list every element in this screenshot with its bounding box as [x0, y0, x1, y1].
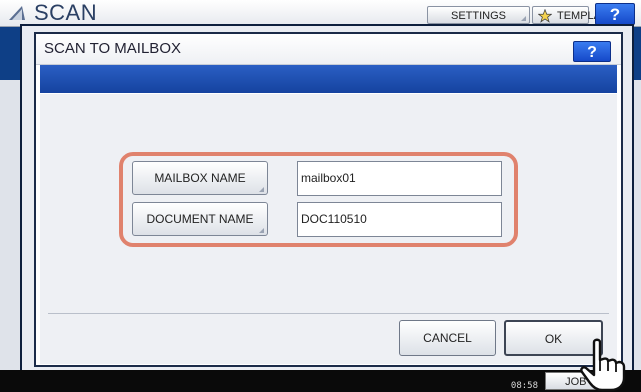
star-icon — [538, 9, 552, 23]
app-title: SCAN — [34, 0, 98, 25]
help-button[interactable]: ? — [595, 3, 635, 25]
corner-arrow-icon — [259, 228, 264, 233]
mailbox-name-field[interactable]: mailbox01 — [297, 161, 502, 196]
corner-arrow-icon — [259, 187, 264, 192]
pointer-hand-icon — [580, 338, 626, 392]
app-header: SCAN SETTINGS TEMPLATE ? — [0, 0, 641, 27]
template-button[interactable]: TEMPLATE — [532, 6, 614, 24]
corner-arrow-icon — [521, 16, 526, 21]
cancel-button[interactable]: CANCEL — [399, 320, 496, 356]
clock-time: 08:58 — [510, 381, 538, 391]
document-name-field[interactable]: DOC110510 — [297, 202, 502, 237]
scan-app-icon — [9, 6, 25, 20]
dialog-title: SCAN TO MAILBOX — [44, 40, 181, 57]
dialog-divider — [48, 313, 609, 314]
mailbox-name-button-label: MAILBOX NAME — [154, 171, 246, 185]
dialog-blue-bar — [40, 65, 617, 93]
document-name-button-label: DOCUMENT NAME — [146, 212, 254, 226]
clock: 08:58 — [470, 370, 538, 392]
mailbox-name-button[interactable]: MAILBOX NAME — [132, 161, 268, 195]
left-panel-strip — [0, 80, 20, 380]
settings-button-label: SETTINGS — [450, 10, 506, 22]
document-name-button[interactable]: DOCUMENT NAME — [132, 202, 268, 236]
dialog-titlebar: SCAN TO MAILBOX ? — [36, 34, 621, 65]
settings-button[interactable]: SETTINGS — [427, 6, 530, 24]
dialog-help-button[interactable]: ? — [573, 41, 611, 62]
